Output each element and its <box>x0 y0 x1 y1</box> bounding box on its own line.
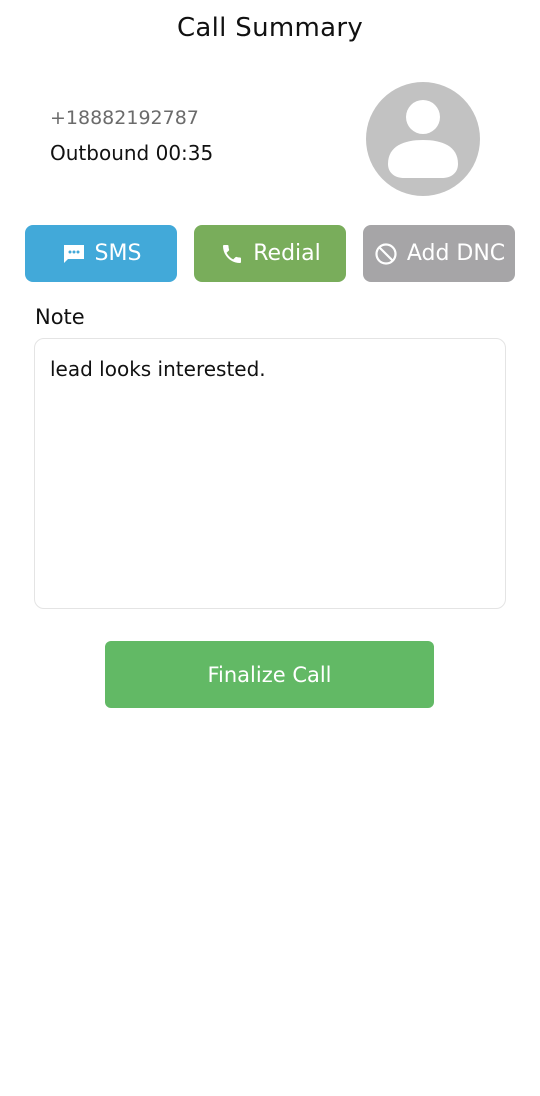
page-title: Call Summary <box>176 13 364 43</box>
add-dnc-button-label: Add DNC <box>406 241 506 266</box>
redial-button-label: Redial <box>253 241 321 266</box>
user-avatar-icon <box>366 82 480 196</box>
add-dnc-button[interactable]: Add DNC <box>363 225 515 282</box>
block-icon <box>373 241 399 267</box>
sms-button-label: SMS <box>94 241 142 266</box>
redial-button[interactable]: Redial <box>194 225 346 282</box>
sms-icon <box>61 241 87 267</box>
phone-icon <box>219 241 245 267</box>
call-summary-screen: Call Summary +18882192787 Outbound 00:35… <box>0 0 540 1096</box>
sms-button[interactable]: SMS <box>25 225 177 282</box>
note-label: Note <box>35 305 85 329</box>
finalize-call-button[interactable]: Finalize Call <box>105 641 434 708</box>
contact-phone-number: +18882192787 <box>50 107 199 129</box>
note-textarea[interactable]: lead looks interested. <box>34 338 506 609</box>
call-direction-duration: Outbound 00:35 <box>50 141 214 165</box>
